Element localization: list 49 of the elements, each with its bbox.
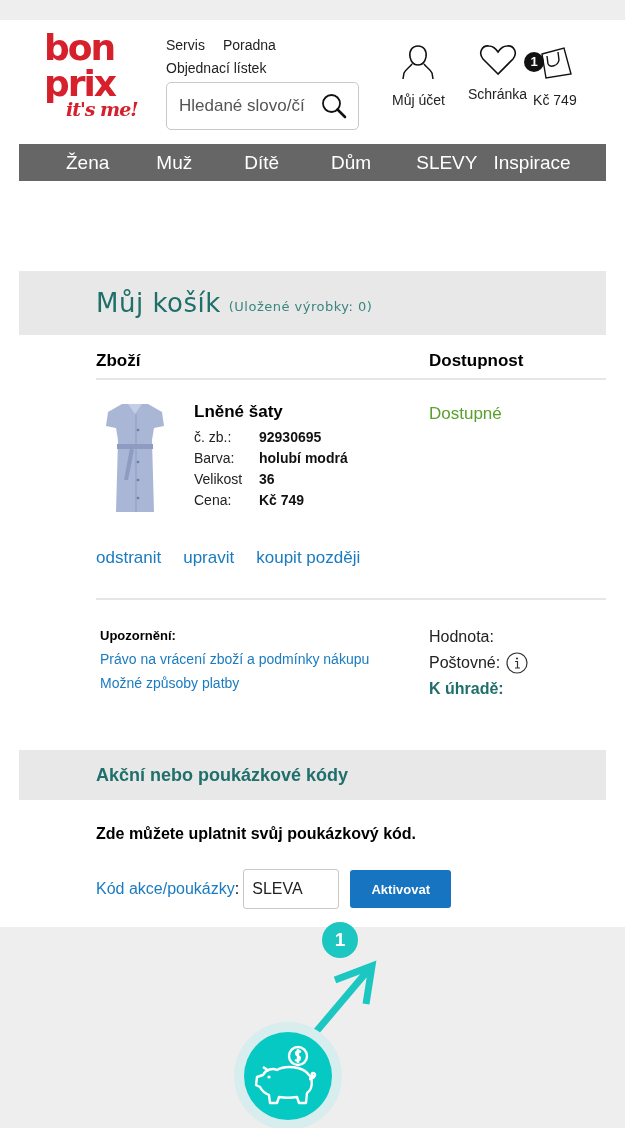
cart-count-badge: 1 — [524, 52, 545, 72]
detail-value: holubí modrá — [259, 450, 349, 466]
nav-tab[interactable]: Muž — [156, 151, 193, 174]
column-header: Dostupnost — [429, 351, 524, 371]
info-link[interactable]: Možné způsoby platby — [100, 675, 429, 691]
detail-label: č. zb.: — [194, 429, 233, 445]
nav-tab[interactable]: Žena — [66, 151, 110, 174]
header-link[interactable]: Poradna — [222, 34, 276, 57]
header-link[interactable]: Objednací lístek — [166, 57, 267, 80]
info-link[interactable]: Právo na vrácení zboží a podmínky nákupu — [100, 651, 429, 667]
detail-label: Velikost — [194, 471, 244, 487]
item-action-link[interactable]: odstranit — [96, 548, 162, 598]
wishlist-label[interactable]: Schránka — [467, 86, 528, 102]
summary-label: Poštovné: — [429, 654, 501, 672]
detail-label: Cena: — [194, 492, 233, 508]
colon-text: : — [234, 880, 240, 898]
nav-tab[interactable]: Inspirace — [493, 151, 571, 174]
account-label[interactable]: Můj účet — [392, 92, 445, 108]
header-link[interactable]: Servis — [166, 34, 205, 57]
saved-items-count: (Uložené výrobky: 0) — [228, 298, 373, 314]
heart-icon[interactable] — [478, 44, 517, 76]
item-action-link[interactable]: upravit — [183, 548, 235, 598]
user-icon[interactable] — [402, 44, 435, 82]
detail-value: 92930695 — [259, 429, 323, 445]
activate-button[interactable]: Aktivovat — [350, 870, 452, 908]
nav-tab[interactable]: Dítě — [244, 151, 280, 174]
total-label: K úhradě: — [429, 680, 504, 698]
detail-label: Barva: — [194, 450, 236, 466]
item-action-link[interactable]: koupit později — [256, 548, 361, 598]
notice-heading: Upozornění: — [100, 628, 177, 643]
logo-text: bon — [44, 30, 115, 66]
product-name[interactable]: Lněné šaty — [194, 402, 429, 422]
code-field[interactable]: SLEVA — [243, 869, 340, 909]
promo-instructions: Zde můžete uplatnit svůj poukázkový kód. — [96, 825, 418, 843]
detail-value: Kč 749 — [259, 492, 306, 508]
availability-status: Dostupné — [429, 404, 502, 425]
section-title: Akční nebo poukázkové kódy — [96, 764, 349, 786]
cart-title: Můj košík — [96, 288, 221, 318]
nav-tab[interactable]: Dům — [331, 151, 372, 174]
code-label-link[interactable]: Kód akce/poukázky — [96, 880, 235, 898]
nav-tab[interactable]: SLEVY — [416, 151, 478, 174]
summary-label: Hodnota: — [429, 628, 494, 646]
column-header: Zboží — [96, 351, 142, 371]
info-icon[interactable] — [506, 652, 529, 674]
detail-value: 36 — [259, 471, 276, 487]
step-number-badge: 1 — [322, 922, 358, 958]
search-icon[interactable] — [321, 93, 347, 119]
search-field[interactable]: Hledané slovo/čí — [166, 82, 359, 130]
cart-total[interactable]: Kč 749 — [533, 92, 577, 108]
